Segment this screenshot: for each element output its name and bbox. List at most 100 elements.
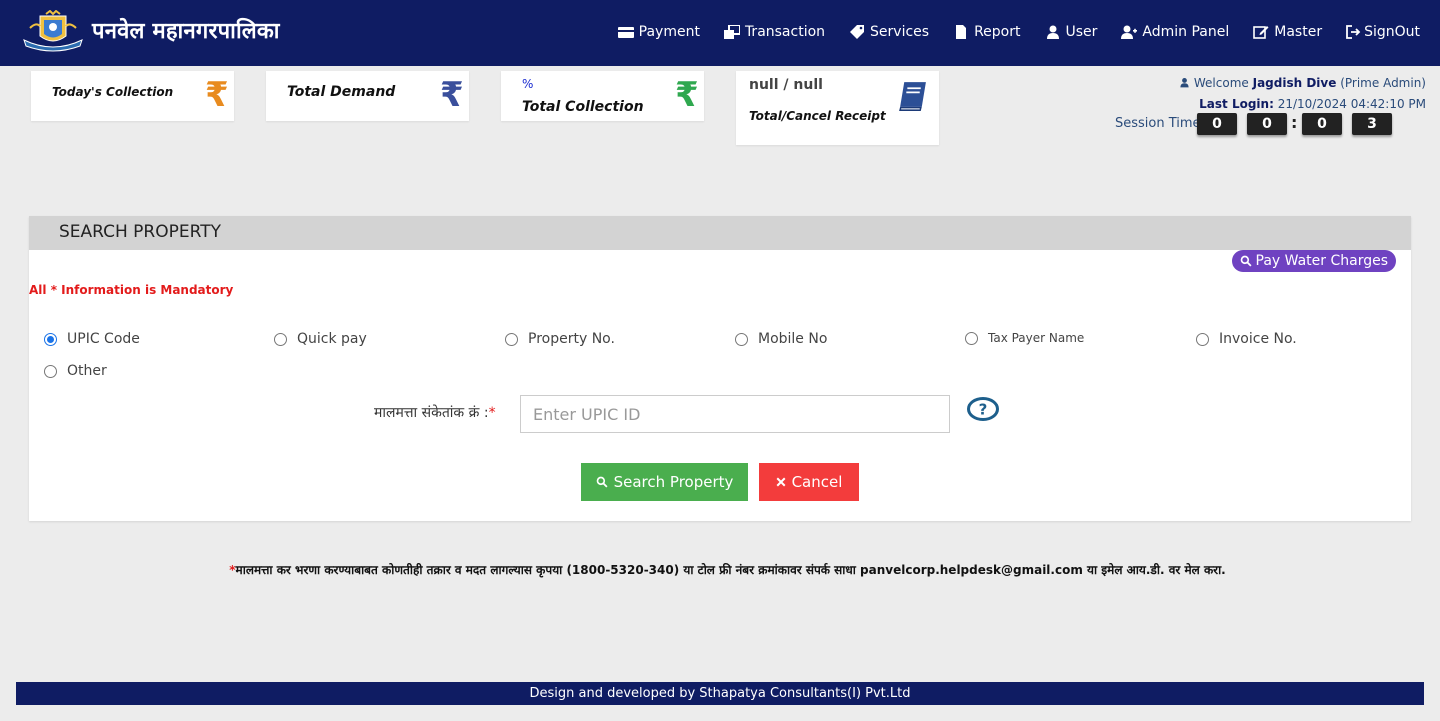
upic-field-label: मालमत्ता संकेतांक क्रं :* <box>374 403 496 422</box>
svg-text:?: ? <box>979 401 988 419</box>
cancel-label: Cancel <box>791 473 843 491</box>
nav-admin-panel[interactable]: Admin Panel <box>1121 24 1229 40</box>
question-help-icon[interactable]: ? <box>967 397 999 421</box>
brand[interactable]: पनवेल महानगरपालिका <box>20 10 280 54</box>
nav-user[interactable]: User <box>1045 24 1098 40</box>
nav-services-label: Services <box>870 24 930 40</box>
helpline-note: *मालमत्ता कर भरणा करण्याबाबत कोणतीही तक्… <box>0 561 1440 578</box>
user-role: (Prime Admin) <box>1340 76 1426 90</box>
user-session-info: Welcome Jagdish Dive (Prime Admin) Last … <box>1106 73 1426 115</box>
panel-header: SEARCH PROPERTY <box>29 216 1411 250</box>
todays-collection-card: Today's Collection ₹ <box>31 71 234 121</box>
helpline-text: मालमत्ता कर भरणा करण्याबाबत कोणतीही तक्र… <box>235 563 1226 577</box>
timer-colon: : <box>1291 113 1298 132</box>
nav-report[interactable]: Report <box>953 24 1021 40</box>
rupee-icon: ₹ <box>675 75 699 115</box>
nav-admin-panel-label: Admin Panel <box>1142 24 1230 40</box>
search-icon <box>1240 255 1252 267</box>
session-timer: Session Time 0 0 : 0 3 <box>1110 113 1420 135</box>
nav-payment[interactable]: Payment <box>617 24 700 40</box>
nav-report-label: Report <box>974 24 1021 40</box>
last-login-value: 21/10/2024 04:42:10 PM <box>1277 97 1426 111</box>
radio-tax-payer-name[interactable] <box>965 331 978 345</box>
radio-invoice-no[interactable] <box>1196 332 1209 346</box>
nav-user-label: User <box>1065 24 1098 40</box>
nav-payment-label: Payment <box>638 24 700 40</box>
user-icon <box>1180 78 1189 88</box>
welcome-prefix: Welcome <box>1193 76 1249 90</box>
option-tax-payer-name[interactable]: Tax Payer Name <box>965 331 1084 345</box>
nav-signout-label: SignOut <box>1364 24 1420 40</box>
footer: Design and developed by Sthapatya Consul… <box>16 682 1424 705</box>
mandatory-note: All * Information is Mandatory <box>29 283 234 297</box>
radio-mobile-no[interactable] <box>735 332 748 346</box>
cancel-button[interactable]: Cancel <box>759 463 859 501</box>
nav-master-label: Master <box>1274 24 1323 40</box>
total-collection-label: Total Collection <box>522 99 644 115</box>
welcome-line: Welcome Jagdish Dive (Prime Admin) <box>1106 73 1426 94</box>
top-navbar: पनवेल महानगरपालिका Payment Transaction S… <box>0 0 1440 66</box>
upic-id-input[interactable] <box>520 395 950 433</box>
windows-icon <box>723 25 740 39</box>
book-icon <box>899 82 926 111</box>
rupee-icon: ₹ <box>205 75 229 115</box>
last-login-label: Last Login: <box>1199 97 1274 111</box>
option-other[interactable]: Other <box>44 363 107 379</box>
receipt-card: null / null Total/Cancel Receipt <box>736 71 939 145</box>
tag-icon <box>850 25 865 39</box>
nav-transaction[interactable]: Transaction <box>723 24 826 40</box>
nav-services[interactable]: Services <box>849 24 929 40</box>
option-quick-pay[interactable]: Quick pay <box>274 331 367 347</box>
radio-quick-pay[interactable] <box>274 332 287 346</box>
user-plus-icon <box>1121 25 1138 39</box>
radio-upic-code[interactable] <box>44 332 57 346</box>
upic-field-label-text: मालमत्ता संकेतांक क्रं : <box>374 405 489 421</box>
option-label: Property No. <box>528 331 615 347</box>
corporation-logo <box>23 10 83 52</box>
nav-signout[interactable]: SignOut <box>1346 24 1420 40</box>
pay-water-charges-button[interactable]: Pay Water Charges <box>1231 250 1396 272</box>
option-mobile-no[interactable]: Mobile No <box>735 331 827 347</box>
timer-digit: 0 <box>1197 113 1237 135</box>
close-icon <box>776 477 786 487</box>
panel-title: SEARCH PROPERTY <box>59 222 221 242</box>
main-nav: Payment Transaction Services Report User… <box>617 24 1420 40</box>
nav-master[interactable]: Master <box>1253 24 1322 40</box>
option-property-no[interactable]: Property No. <box>505 331 615 347</box>
option-label: Tax Payer Name <box>988 331 1085 345</box>
search-property-label: Search Property <box>613 473 734 491</box>
footer-credit: Design and developed by Sthapatya Consul… <box>529 686 911 701</box>
total-collection-card: % Total Collection ₹ <box>501 71 704 121</box>
total-collection-percent: % <box>522 77 534 91</box>
option-invoice-no[interactable]: Invoice No. <box>1196 331 1297 347</box>
option-label: UPIC Code <box>67 331 140 347</box>
option-label: Other <box>67 363 107 379</box>
sign-out-icon <box>1346 25 1361 39</box>
option-upic-code[interactable]: UPIC Code <box>44 331 140 347</box>
search-property-button[interactable]: Search Property <box>581 463 748 501</box>
file-icon <box>956 25 967 39</box>
option-label: Quick pay <box>297 331 367 347</box>
option-label: Invoice No. <box>1219 331 1297 347</box>
total-demand-card: Total Demand ₹ <box>266 71 469 121</box>
todays-collection-label: Today's Collection <box>52 85 174 99</box>
user-icon <box>1046 25 1059 39</box>
option-label: Mobile No <box>758 331 828 347</box>
timer-digit: 3 <box>1352 113 1392 135</box>
radio-property-no[interactable] <box>505 332 518 346</box>
credit-card-icon <box>617 27 634 38</box>
search-property-panel: SEARCH PROPERTY Pay Water Charges All * … <box>29 216 1411 521</box>
nav-transaction-label: Transaction <box>744 24 826 40</box>
receipt-counts: null / null <box>749 77 823 93</box>
receipt-label: Total/Cancel Receipt <box>749 109 886 123</box>
timer-digit: 0 <box>1302 113 1342 135</box>
edit-icon <box>1253 26 1269 39</box>
timer-digit: 0 <box>1247 113 1287 135</box>
search-icon <box>596 476 608 488</box>
radio-other[interactable] <box>44 364 57 378</box>
pay-water-charges-label: Pay Water Charges <box>1255 253 1389 269</box>
required-asterisk: * <box>488 405 496 421</box>
last-login-line: Last Login: 21/10/2024 04:42:10 PM <box>1106 94 1426 115</box>
brand-name: पनवेल महानगरपालिका <box>92 19 280 44</box>
rupee-icon: ₹ <box>440 75 464 115</box>
